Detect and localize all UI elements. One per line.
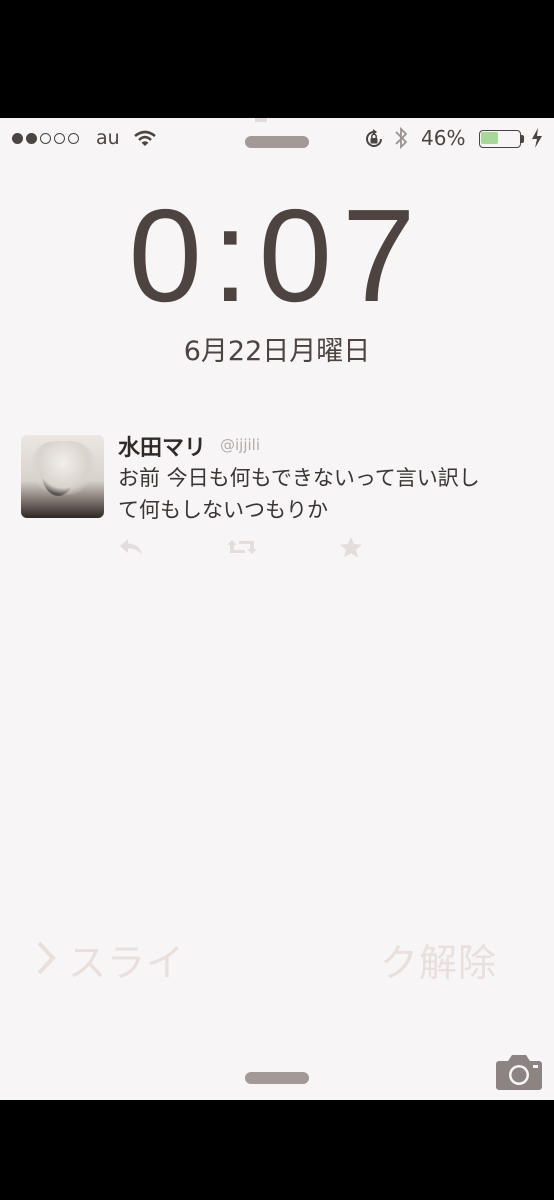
signal-dot [40, 133, 51, 144]
favorite-icon[interactable] [339, 536, 363, 562]
retweet-icon[interactable] [226, 536, 258, 562]
battery-tip [521, 135, 524, 143]
battery-level-fill [481, 132, 498, 144]
status-bar: au 46% [0, 118, 554, 160]
control-center-grabber[interactable] [245, 1072, 309, 1084]
notification-text-line: て何もしないつもりか [118, 498, 328, 522]
notification-text-line: お前 今日も何もできないって言い訳し [118, 466, 480, 490]
camera-icon[interactable] [495, 1051, 543, 1095]
battery-icon [479, 130, 521, 148]
notification-text[interactable]: お前 今日も何もできないって言い訳し て何もしないつもりか [118, 462, 538, 526]
chevron-right-icon [36, 940, 56, 985]
wifi-icon [133, 130, 157, 152]
slide-to-unlock[interactable]: スライ ク解除 [36, 932, 497, 987]
avatar[interactable] [21, 435, 104, 518]
notification-handle: @ijjili [220, 436, 261, 454]
avatar-hair [31, 441, 95, 495]
reply-icon[interactable] [117, 536, 145, 562]
signal-dot [12, 133, 23, 144]
lock-clock: 0:07 [128, 182, 426, 329]
signal-dot [54, 133, 65, 144]
slide-to-unlock-label: スライ ク解除 [68, 941, 498, 985]
carrier-name: au [96, 127, 120, 149]
battery-percentage: 46% [421, 126, 466, 150]
signal-dot [68, 133, 79, 144]
notification-author: 水田マリ [118, 436, 207, 461]
rotation-lock-icon [363, 128, 385, 154]
signal-strength-icon [12, 133, 79, 144]
bluetooth-icon [394, 126, 408, 155]
signal-dot [26, 133, 37, 144]
charging-bolt-icon [531, 128, 543, 153]
lock-date: 6月22日月曜日 [183, 336, 371, 367]
lock-screen: au 46% 0:07 6月22日月曜日 水田マリ @ijjili お前 今日も… [0, 118, 554, 1100]
